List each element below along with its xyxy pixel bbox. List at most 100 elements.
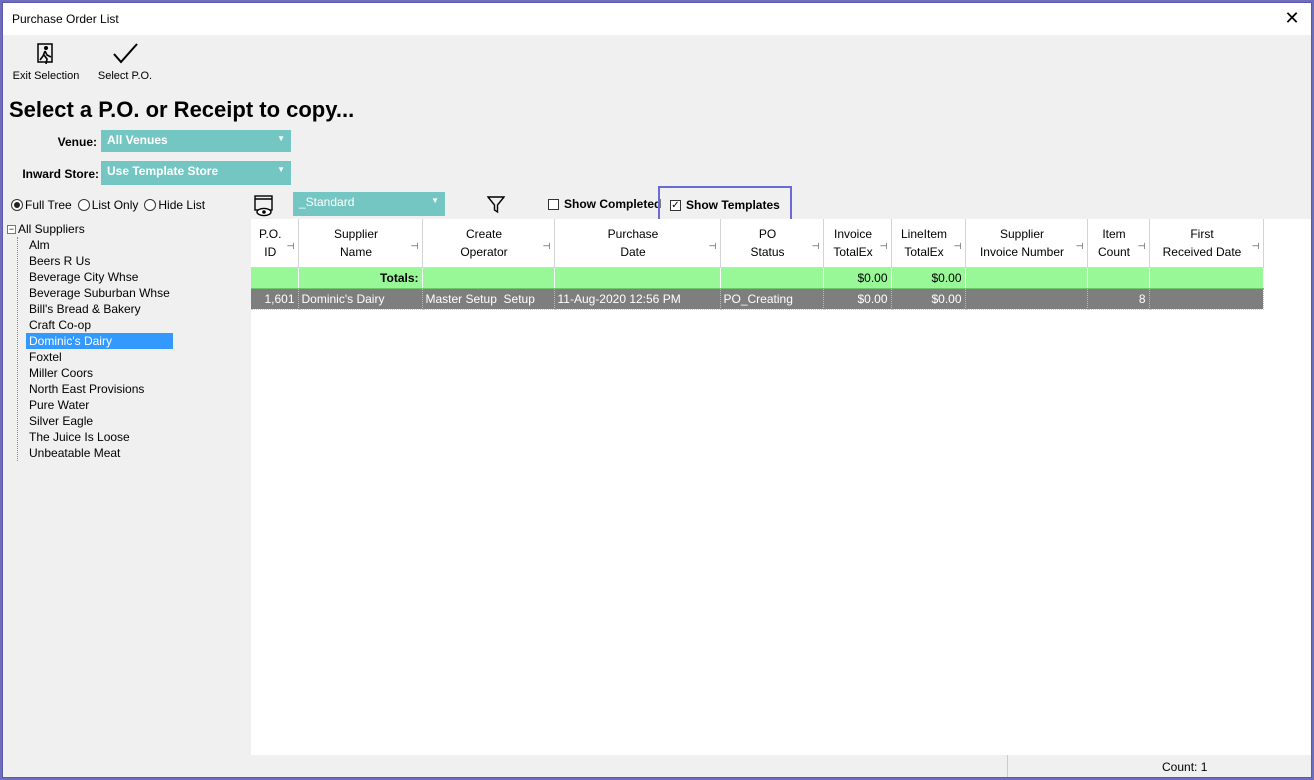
collapse-minus-icon[interactable]: −: [7, 224, 16, 234]
view-layout-icon[interactable]: [253, 194, 275, 221]
layout-dropdown[interactable]: _Standard ▼: [293, 192, 445, 216]
filter-icon[interactable]: [486, 196, 506, 217]
pin-icon[interactable]: ⊣: [411, 237, 419, 255]
tree-item[interactable]: Beverage Suburban Whse: [26, 285, 173, 301]
purchase-order-list-window: Purchase Order List ✕ Exit Selection Sel…: [2, 2, 1312, 778]
col-po-id[interactable]: P.O. ID ⊣: [251, 219, 299, 268]
show-templates-label: Show Templates: [686, 198, 780, 212]
col-label: TotalEx: [904, 244, 944, 259]
pin-icon[interactable]: ⊣: [1252, 237, 1260, 255]
checkbox-checked-icon: ✓: [670, 199, 681, 211]
col-label: Invoice Number: [979, 244, 1065, 259]
supplier-tree: − All Suppliers Alm Beers R Us Beverage …: [5, 219, 251, 755]
cell-purchase-date: 11-Aug-2020 12:56 PM: [554, 287, 721, 310]
table-row[interactable]: 1,601 Dominic's Dairy Master Setup Setup…: [251, 287, 1264, 310]
list-only-radio[interactable]: List Only: [77, 198, 138, 212]
title-bar: Purchase Order List ✕: [3, 3, 1311, 35]
page-heading: Select a P.O. or Receipt to copy...: [9, 97, 355, 122]
po-grid-area: P.O. ID ⊣ Supplier Name ⊣ Create Operator ⊣ Pu…: [251, 219, 1311, 755]
pin-icon[interactable]: ⊣: [812, 237, 820, 255]
exit-selection-button[interactable]: Exit Selection: [9, 41, 83, 82]
col-label: First: [1190, 226, 1214, 241]
col-label: Create: [465, 226, 503, 241]
totals-cell: [554, 267, 721, 289]
cell-lineitem-totalex: $0.00: [891, 287, 966, 310]
tree-item[interactable]: Foxtel: [26, 349, 173, 365]
col-invoice-totalex[interactable]: Invoice TotalEx ⊣: [823, 219, 892, 268]
tree-item[interactable]: Bill's Bread & Bakery: [26, 301, 173, 317]
cell-create-operator: Master Setup Setup: [422, 287, 555, 310]
tree-item[interactable]: North East Provisions: [26, 381, 173, 397]
close-icon[interactable]: ✕: [1281, 7, 1303, 29]
hide-list-label: Hide List: [158, 198, 206, 212]
pin-icon[interactable]: ⊣: [954, 237, 962, 255]
exit-running-man-icon: [37, 43, 53, 65]
pin-icon[interactable]: ⊣: [709, 237, 717, 255]
layout-value: _Standard: [299, 195, 355, 209]
col-label: P.O.: [259, 226, 282, 241]
inward-store-value: Use Template Store: [107, 164, 219, 178]
tree-item[interactable]: Beers R Us: [26, 253, 173, 269]
tree-item[interactable]: Alm: [26, 237, 173, 253]
tree-items: Alm Beers R Us Beverage City Whse Bevera…: [17, 237, 173, 461]
exit-selection-label: Exit Selection: [12, 70, 80, 82]
tree-item[interactable]: Craft Co-op: [26, 317, 173, 333]
checkmark-icon: [113, 43, 138, 64]
cell-invoice-totalex: $0.00: [823, 287, 892, 310]
totals-cell: [422, 267, 555, 289]
totals-label: Totals:: [298, 267, 423, 289]
totals-cell: [720, 267, 824, 289]
select-po-button[interactable]: Select P.O.: [95, 41, 155, 82]
totals-lineitem-totalex: $0.00: [891, 267, 966, 289]
totals-invoice-totalex: $0.00: [823, 267, 892, 289]
venue-label: Venue:: [57, 135, 97, 149]
col-label: Item: [1102, 226, 1126, 241]
cell-po-id: 1,601: [251, 287, 299, 310]
totals-cell: [965, 267, 1088, 289]
tree-item-selected[interactable]: Dominic's Dairy: [26, 333, 173, 349]
status-count: Count: 1: [1162, 760, 1208, 774]
col-label: Purchase: [607, 226, 659, 241]
col-label: PO: [758, 226, 777, 241]
col-purchase-date[interactable]: Purchase Date ⊣: [554, 219, 721, 268]
col-label: ID: [264, 244, 277, 259]
inward-store-dropdown[interactable]: Use Template Store ▼: [101, 161, 291, 185]
status-bar: Count: 1: [3, 755, 1311, 777]
col-lineitem-totalex[interactable]: LineItem TotalEx ⊣: [891, 219, 966, 268]
col-first-received-date[interactable]: First Received Date ⊣: [1149, 219, 1264, 268]
col-label: TotalEx: [833, 244, 873, 259]
col-create-operator[interactable]: Create Operator ⊣: [422, 219, 555, 268]
pin-icon[interactable]: ⊣: [287, 237, 295, 255]
col-label: Date: [620, 244, 646, 259]
pin-icon[interactable]: ⊣: [1138, 237, 1146, 255]
pin-icon[interactable]: ⊣: [1076, 237, 1084, 255]
totals-cell: [1087, 267, 1150, 289]
hide-list-radio[interactable]: Hide List: [144, 198, 205, 212]
col-supplier-name[interactable]: Supplier Name ⊣: [298, 219, 423, 268]
show-completed-checkbox[interactable]: Show Completed: [548, 197, 661, 211]
tree-item[interactable]: The Juice Is Loose: [26, 429, 173, 445]
col-label: Operator: [460, 244, 508, 259]
col-label: Invoice: [833, 226, 873, 241]
status-segment: [1007, 755, 1311, 777]
pin-icon[interactable]: ⊣: [880, 237, 888, 255]
chevron-down-icon: ▼: [277, 165, 285, 174]
col-po-status[interactable]: PO Status ⊣: [720, 219, 824, 268]
tree-item[interactable]: Beverage City Whse: [26, 269, 173, 285]
pin-icon[interactable]: ⊣: [543, 237, 551, 255]
tree-item[interactable]: Silver Eagle: [26, 413, 173, 429]
full-tree-radio[interactable]: Full Tree: [11, 198, 72, 212]
tree-item[interactable]: Miller Coors: [26, 365, 173, 381]
chevron-down-icon: ▼: [431, 196, 439, 205]
col-supplier-invoice-number[interactable]: Supplier Invoice Number ⊣: [965, 219, 1088, 268]
grid-header-row: P.O. ID ⊣ Supplier Name ⊣ Create Operator ⊣ Pu…: [251, 219, 1264, 268]
select-po-label: Select P.O.: [97, 70, 153, 82]
tree-root-node[interactable]: − All Suppliers: [7, 222, 85, 236]
show-templates-checkbox[interactable]: ✓ Show Templates: [670, 198, 780, 212]
col-item-count[interactable]: Item Count ⊣: [1087, 219, 1150, 268]
tree-item[interactable]: Pure Water: [26, 397, 173, 413]
col-label: LineItem: [900, 226, 948, 241]
tree-item[interactable]: Unbeatable Meat: [26, 445, 173, 461]
venue-dropdown[interactable]: All Venues ▼: [101, 130, 291, 152]
totals-cell: [251, 267, 299, 289]
